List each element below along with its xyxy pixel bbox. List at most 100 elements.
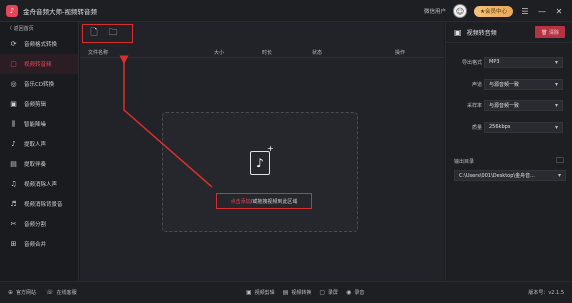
sidebar-item[interactable]: ▤ 提取伴奏 [0,154,78,174]
field-samplerate: 采样率 与源音频一致 ▾ [446,98,572,112]
sidebar-item[interactable]: ▣ 音频剪辑 [0,94,78,114]
sidebar-item-label: 音乐CD转换 [24,82,55,88]
tool-label: 录屏 [328,290,339,296]
menu-icon[interactable]: ☰ [520,7,530,16]
toolbar: 🗋 🗀 [80,22,444,43]
field-channel: 声道 与源音频一致 ▾ [446,77,572,91]
quality-value: 256kbps [489,124,511,130]
support-label: 在线客服 [56,290,77,296]
sidebar-item[interactable]: ⫼ 智能降噪 [0,114,78,134]
video-convert-icon: ▤ [282,289,289,296]
sidebar-item[interactable]: ⟳ 音频格式转换 [0,34,78,54]
field-label: 导出格式 [461,59,482,66]
col-size: 大小 [214,49,225,56]
split-icon: ✂ [10,220,17,228]
sidebar-item-label: 提取人声 [24,142,47,148]
field-label: 声道 [471,81,482,88]
version-label: 版本号：v2.1.5 [528,290,564,296]
vip-center-button[interactable]: ★会员中心 [474,5,513,17]
user-name[interactable]: 微信用户 [424,7,446,15]
tool-link[interactable]: ◉ 录音 [346,289,364,296]
quality-select[interactable]: 256kbps ▾ [484,121,563,133]
folder-icon[interactable]: 🗀 [556,155,564,169]
output-dir-select[interactable]: C:\Users\001\Desktop\金舟音... ▾ [454,170,566,181]
drop-zone[interactable]: ♪ + 点击添加 /或拖拽视频到此区域 [162,112,358,232]
chevron-down-icon: ▾ [554,80,558,88]
minimize-icon[interactable]: — [537,7,547,16]
sidebar-item-label: 视频消除背景音 [24,202,63,208]
annotation-box-toolbar [82,24,133,43]
panel-title: 视频转音频 [466,29,497,37]
website-label: 官方网站 [16,290,37,296]
sidebar-item[interactable]: ♪ 提取人声 [0,134,78,154]
main-content: 🗋 🗀 文件名称 大小 时长 状态 操作 ♪ + 点击添加 /或拖拽视频到此区域 [80,22,444,281]
chevron-down-icon: ▾ [557,172,561,179]
col-action: 操作 [395,49,406,56]
field-quality: 质量 256kbps ▾ [446,120,572,134]
support-link[interactable]: ☏ 在线客服 [46,289,77,296]
clear-button[interactable]: 🗑 清除 [535,26,565,38]
format-select[interactable]: MP3 ▾ [484,56,563,68]
field-format: 导出格式 MP3 ▾ [446,55,572,69]
vocal-icon: ♪ [11,140,16,148]
sidebar: 〈 返回首页 ⟳ 音频格式转换 ▢ 视频转音频 ◎ 音乐CD转换 ▣ 音频剪辑 ⫼ 智能降噪 ♪ 提取… [0,22,79,281]
drop-zone-label[interactable]: 点击添加 /或拖拽视频到此区域 [216,193,312,209]
remove-bg-icon: ♬ [10,200,17,208]
chevron-down-icon: ▾ [554,101,558,109]
close-icon[interactable]: ✕ [554,7,564,16]
samplerate-value: 与源音频一致 [489,102,520,109]
drop-hint: /或拖拽视频到此区域 [250,198,298,205]
sidebar-item-label: 智能降噪 [24,122,47,128]
video-edit-icon: ▣ [246,289,252,296]
sidebar-item-label: 提取伴奏 [24,162,47,168]
sidebar-item[interactable]: ♫ 视频消除人声 [0,174,78,194]
accompaniment-icon: ▤ [10,160,17,168]
settings-panel: ▣ 视频转音频 🗑 清除 导出格式 MP3 ▾ 声道 与源音频一致 ▾ 采样率 与源… [445,22,572,281]
denoise-icon: ⫼ [11,119,16,128]
sidebar-item-label: 视频消除人声 [24,182,58,188]
tool-label: 录音 [354,290,365,296]
tool-label: 视频转换 [291,290,312,296]
tool-links: ▣ 视频剪辑 ▤ 视频转换 ▢ 录屏 ◉ 录音 [246,289,364,296]
tool-link[interactable]: ▤ 视频转换 [283,289,312,296]
click-add-link[interactable]: 点击添加 [231,198,251,205]
website-link[interactable]: ⊕ 官方网站 [8,289,36,296]
sidebar-item-label: 音频剪辑 [24,102,47,108]
video-audio-icon: ▢ [10,60,17,68]
title-bar: ♪ 金舟音频大师-视频转音频 微信用户 ☺ ★会员中心 ☰ — ✕ [0,0,572,22]
sidebar-item-label: 音频合并 [24,242,47,248]
mic-icon: ◉ [346,289,352,296]
convert-icon: ⟳ [10,40,17,48]
output-path: C:\Users\001\Desktop\金舟音... [459,173,535,179]
app-logo-icon: ♪ [6,4,18,17]
col-duration: 时长 [262,49,273,56]
remove-vocal-icon: ♫ [10,180,17,188]
video-audio-icon: ▣ [454,27,462,37]
sidebar-item[interactable]: ♬ 视频消除背景音 [0,194,78,214]
merge-icon: ⊞ [10,240,17,248]
chevron-down-icon: ▾ [554,123,558,131]
tool-link[interactable]: ▢ 录屏 [319,289,338,296]
samplerate-select[interactable]: 与源音频一致 ▾ [484,99,563,111]
window-title: 金舟音频大师-视频转音频 [23,7,97,16]
sidebar-item-label: 音频分割 [24,222,47,228]
output-dir-label: 输出目录 [454,159,475,165]
chevron-down-icon: ▾ [554,58,558,66]
tool-label: 视频剪辑 [254,290,275,296]
format-value: MP3 [489,59,500,65]
channel-value: 与源音频一致 [489,81,520,88]
music-file-icon: ♪ [250,151,270,175]
avatar[interactable]: ☺ [453,4,468,18]
field-label: 质量 [471,124,482,131]
back-home-link[interactable]: 〈 返回首页 [0,22,78,34]
sidebar-item-label: 音频格式转换 [24,42,58,48]
tool-link[interactable]: ▣ 视频剪辑 [246,289,275,296]
status-bar: ⊕ 官方网站 ☏ 在线客服 ▣ 视频剪辑 ▤ 视频转换 ▢ 录屏 ◉ 录音 版本号：v2.1… [0,281,572,303]
headset-icon: ☏ [46,289,54,296]
screen-record-icon: ▢ [319,289,326,296]
sidebar-item[interactable]: ◎ 音乐CD转换 [0,74,78,94]
sidebar-item[interactable]: ⊞ 音频合并 [0,234,78,254]
channel-select[interactable]: 与源音频一致 ▾ [484,78,563,90]
sidebar-item[interactable]: ✂ 音频分割 [0,214,78,234]
sidebar-item[interactable]: ▢ 视频转音频 [0,54,78,74]
